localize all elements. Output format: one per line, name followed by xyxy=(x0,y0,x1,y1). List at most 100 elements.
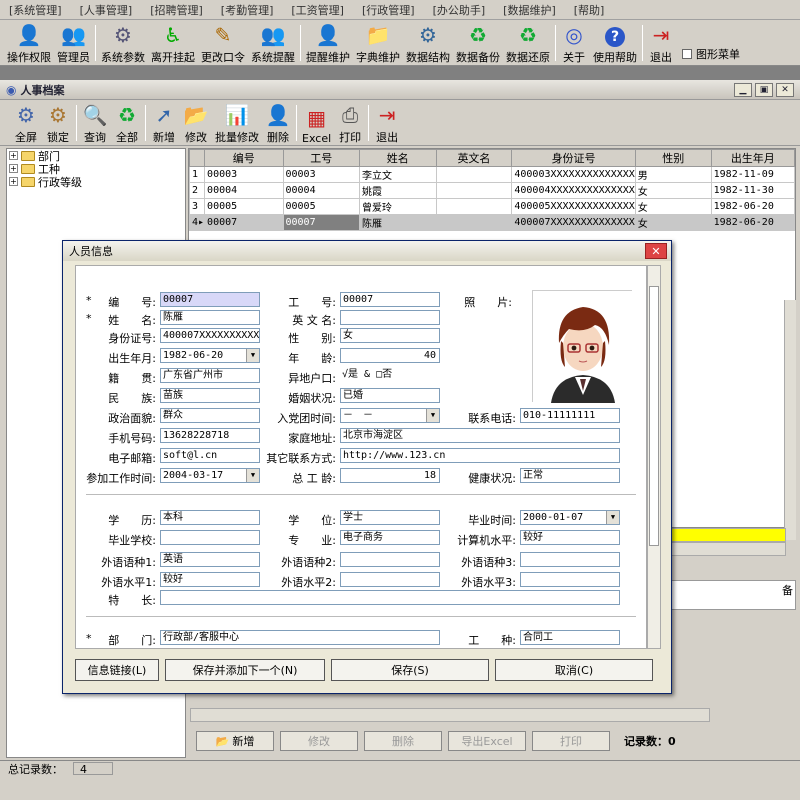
column-header[interactable]: 姓名 xyxy=(359,149,437,167)
field-rank[interactable]: 普通员工 xyxy=(160,648,260,649)
sub-grid-button-1[interactable]: 修改 xyxy=(280,731,358,751)
toolbar-button-1[interactable]: 👥 管理员 xyxy=(54,21,93,65)
column-header[interactable]: 编号 xyxy=(204,149,284,167)
field-mobile[interactable]: 13628228718 xyxy=(160,428,260,443)
toolbar-button-7[interactable]: 👤 删除 xyxy=(262,101,294,145)
sub-grid-button-2[interactable]: 删除 xyxy=(364,731,442,751)
column-header[interactable]: 身份证号 xyxy=(511,149,636,167)
column-header[interactable] xyxy=(189,149,206,167)
field-sex[interactable]: 女 xyxy=(340,328,440,343)
field-enname[interactable] xyxy=(340,310,440,325)
toolbar-button-12[interactable]: ? 使用帮助 xyxy=(590,21,640,65)
field-lang3[interactable] xyxy=(520,552,620,567)
dialog-button-1[interactable]: 保存并添加下一个(N) xyxy=(165,659,325,681)
field-hukou_yes[interactable]: √是 xyxy=(342,369,358,380)
dialog-button-0[interactable]: 信息链接(L) xyxy=(75,659,159,681)
field-position[interactable]: 正式员工 xyxy=(340,648,440,649)
field-hukou_and[interactable]: & xyxy=(364,369,370,380)
expand-icon[interactable]: + xyxy=(9,151,18,160)
toolbar-button-5[interactable]: 📂 修改 xyxy=(180,101,212,145)
field-level2[interactable] xyxy=(340,572,440,587)
dialog-scroll-thumb[interactable] xyxy=(649,286,659,546)
column-header[interactable]: 出生年月 xyxy=(710,149,795,167)
field-phone[interactable]: 010-11111111 xyxy=(520,408,620,423)
sub-grid-button-3[interactable]: 导出Excel xyxy=(448,731,526,751)
toolbar-button-6[interactable]: 📊 批量修改 xyxy=(212,101,262,145)
field-dept[interactable]: 行政部/客服中心 xyxy=(160,630,440,645)
sub-grid-horizontal-scrollbar[interactable] xyxy=(190,708,710,722)
field-bianhao[interactable]: 00007 xyxy=(160,292,260,307)
menu-item-1[interactable]: [人事管理] xyxy=(71,2,142,18)
field-age[interactable]: 40 xyxy=(340,348,440,363)
field-lang2[interactable] xyxy=(340,552,440,567)
field-minzu[interactable]: 苗族 xyxy=(160,388,260,403)
toolbar-button-2[interactable]: ⚙ 系统参数 xyxy=(98,21,148,65)
chevron-down-icon[interactable]: ▼ xyxy=(246,349,259,362)
dialog-close-button[interactable]: ✕ xyxy=(645,243,667,259)
grid-vertical-scrollbar[interactable] xyxy=(784,300,796,540)
field-birth[interactable]: 1982-06-20 ▼ xyxy=(160,348,260,363)
column-header[interactable]: 工号 xyxy=(282,149,361,167)
field-jiguan[interactable]: 广东省广州市 xyxy=(160,368,260,383)
table-row[interactable]: 4▸ 00007 00007 陈雁 400007XXXXXXXXXXXXXX 女 1982-… xyxy=(189,214,795,231)
field-level1[interactable]: 较好 xyxy=(160,572,260,587)
field-gonghao[interactable]: 00007 xyxy=(340,292,440,307)
sub-grid-button-0[interactable]: 📂 新增 xyxy=(196,731,274,751)
toolbar-button-4[interactable]: ➚ 新增 xyxy=(148,101,180,145)
field-computer[interactable]: 较好 xyxy=(520,530,620,545)
toolbar-button-7[interactable]: 📁 字典维护 xyxy=(353,21,403,65)
toolbar-button-9[interactable]: ♻ 数据备份 xyxy=(453,21,503,65)
field-idno[interactable]: 400007XXXXXXXXXXXXXX xyxy=(160,328,260,343)
field-workyears[interactable]: 18 xyxy=(340,468,440,483)
toolbar-button-5[interactable]: 👥 系统提醒 xyxy=(248,21,298,65)
expand-icon[interactable]: + xyxy=(9,164,18,173)
field-lang1[interactable]: 英语 xyxy=(160,552,260,567)
menu-item-0[interactable]: [系统管理] xyxy=(0,2,71,18)
tree-node[interactable]: + 部门 xyxy=(7,149,185,163)
dialog-button-2[interactable]: 保存(S) xyxy=(331,659,489,681)
minimize-button[interactable]: ▁ xyxy=(734,83,752,97)
field-address[interactable]: 北京市海淀区 xyxy=(340,428,620,443)
chevron-down-icon[interactable]: ▼ xyxy=(246,469,259,482)
graph-menu-toggle[interactable]: 图形菜单 xyxy=(682,46,740,62)
field-xuewei[interactable]: 学士 xyxy=(340,510,440,525)
table-row[interactable]: 3 00005 00005 曾爱玲 400005XXXXXXXXXXXXXX 女 1982-… xyxy=(189,198,795,215)
field-jobtype[interactable]: 合同工 xyxy=(520,630,620,645)
dialog-scrollbar[interactable] xyxy=(647,265,661,649)
field-major[interactable]: 电子商务 xyxy=(340,530,440,545)
toolbar-button-11[interactable]: ◎ 关于 xyxy=(558,21,590,65)
field-health[interactable]: 正常 xyxy=(520,468,620,483)
field-zhengzhi[interactable]: 群众 xyxy=(160,408,260,423)
field-techang[interactable] xyxy=(160,590,620,605)
employee-photo[interactable] xyxy=(532,290,633,403)
toolbar-button-8[interactable]: ▦ Excel xyxy=(299,101,334,145)
menu-item-7[interactable]: [数据维护] xyxy=(494,2,565,18)
table-row[interactable]: 2 00004 00004 姚霞 400004XXXXXXXXXXXXXX 女 1982-1… xyxy=(189,182,795,199)
toolbar-button-9[interactable]: ⎙ 打印 xyxy=(334,101,366,145)
toolbar-button-2[interactable]: 🔍 查询 xyxy=(79,101,111,145)
menu-item-5[interactable]: [行政管理] xyxy=(353,2,424,18)
menu-item-6[interactable]: [办公助手] xyxy=(424,2,495,18)
sub-grid-button-4[interactable]: 打印 xyxy=(532,731,610,751)
field-contact[interactable]: http://www.123.cn xyxy=(340,448,620,463)
graph-menu-checkbox[interactable] xyxy=(682,49,692,59)
restore-button[interactable]: ▣ xyxy=(755,83,773,97)
expand-icon[interactable]: + xyxy=(9,177,18,186)
field-gradtime[interactable]: 2000-01-07 ▼ xyxy=(520,510,620,525)
toolbar-button-4[interactable]: ✎ 更改口令 xyxy=(198,21,248,65)
field-xingming[interactable]: 陈雁 xyxy=(160,310,260,325)
toolbar-button-3[interactable]: ♻ 全部 xyxy=(111,101,143,145)
field-title[interactable]: 出纳 xyxy=(520,648,620,649)
field-school[interactable] xyxy=(160,530,260,545)
toolbar-button-13[interactable]: ⇥ 退出 xyxy=(645,21,677,65)
chevron-down-icon[interactable]: ▼ xyxy=(426,409,439,422)
field-marriage[interactable]: 已婚 xyxy=(340,388,440,403)
tree-node[interactable]: + 工种 xyxy=(7,162,185,176)
menu-item-4[interactable]: [工资管理] xyxy=(282,2,353,18)
field-xueli[interactable]: 本科 xyxy=(160,510,260,525)
toolbar-button-10[interactable]: ⇥ 退出 xyxy=(371,101,403,145)
field-hukou[interactable]: √是 & □否 xyxy=(340,368,440,383)
chevron-down-icon[interactable]: ▼ xyxy=(606,511,619,524)
toolbar-button-10[interactable]: ♻ 数据还原 xyxy=(503,21,553,65)
field-level3[interactable] xyxy=(520,572,620,587)
